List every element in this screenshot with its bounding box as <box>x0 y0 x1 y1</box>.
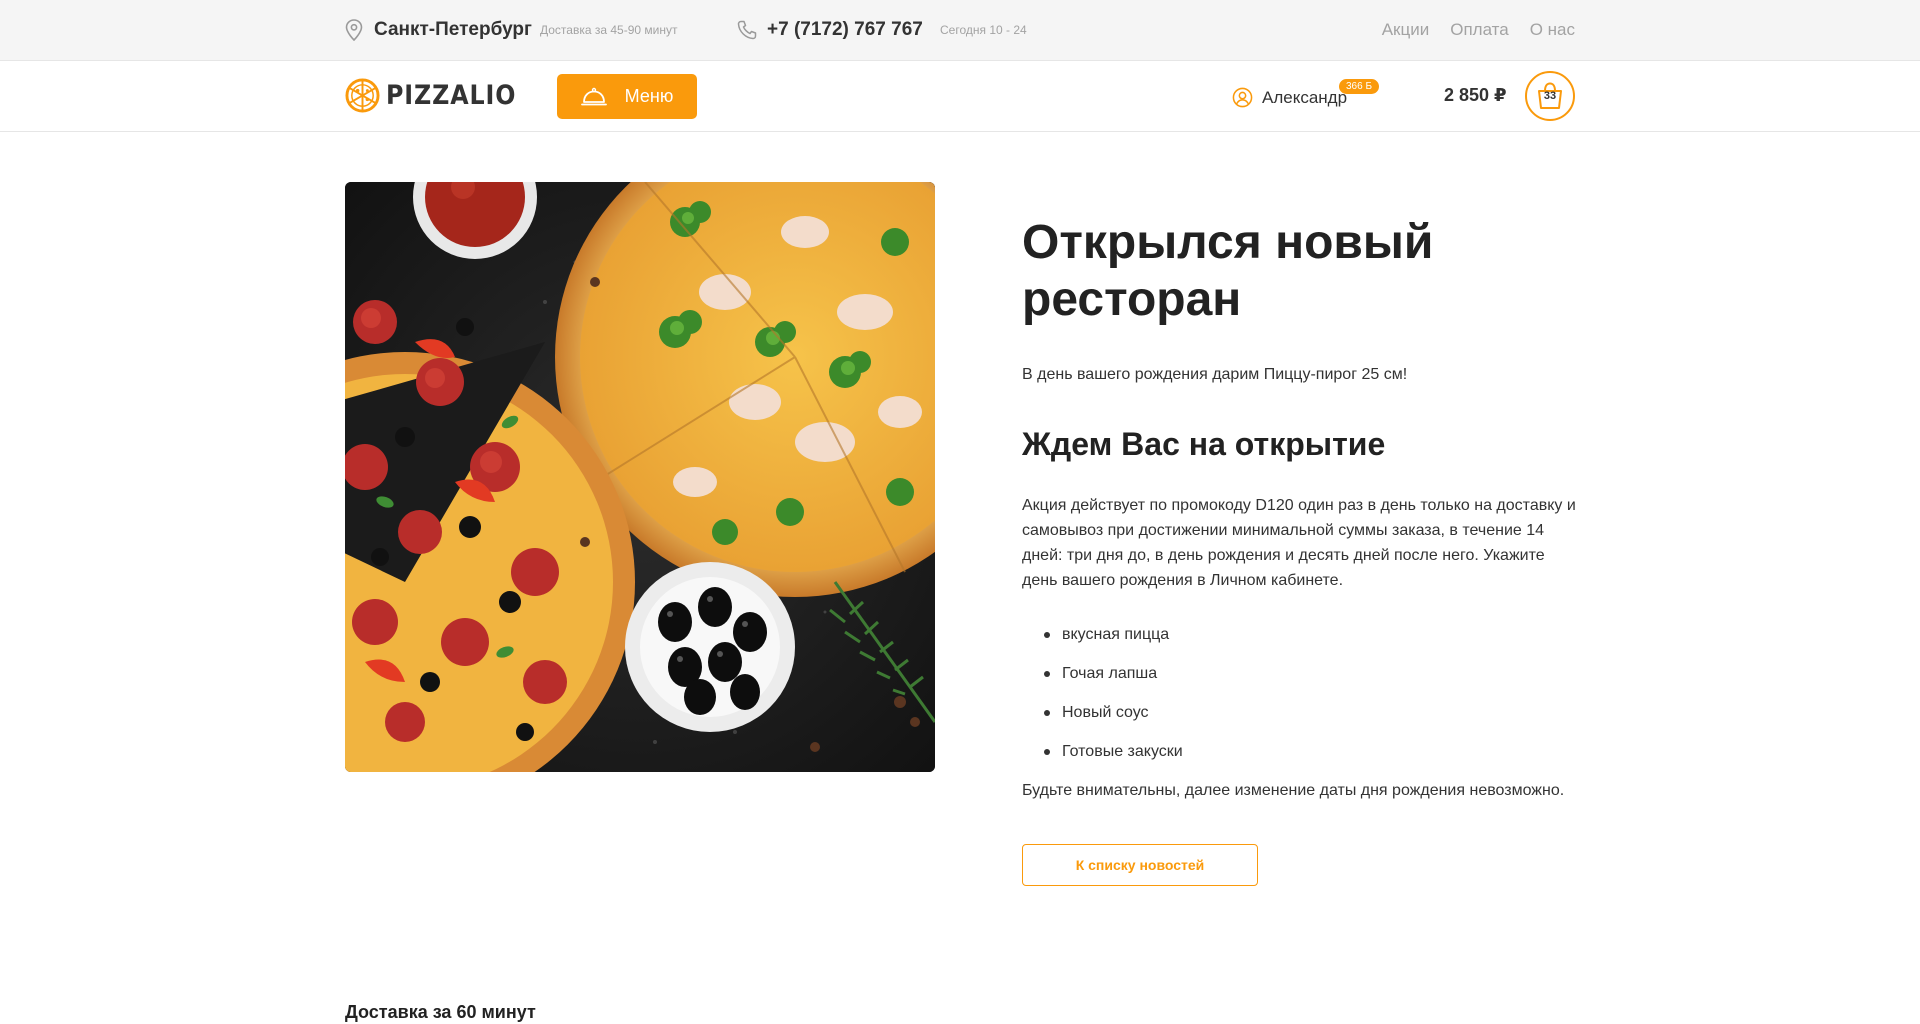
news-article: Открылся новый ресторан В день вашего ро… <box>1022 214 1577 886</box>
cart-total[interactable]: 2 850 ₽ <box>1444 85 1507 106</box>
phone-number-link[interactable]: +7 (7172) 767 767 <box>767 19 923 41</box>
bonus-badge: 366 Б <box>1339 79 1380 94</box>
nav-link-promotions[interactable]: Акции <box>1382 20 1430 40</box>
article-note: Будьте внимательны, далее изменение даты… <box>1022 782 1565 799</box>
article-title: Открылся новый ресторан <box>1022 216 1434 326</box>
delivery-time-label: Доставка за 45-90 минут <box>540 23 678 37</box>
nav-link-about[interactable]: О нас <box>1530 20 1575 40</box>
article-lead: В день вашего рождения дарим Пиццу-пирог… <box>1022 366 1408 383</box>
menu-button-label: Меню <box>624 86 674 106</box>
delivery-section-heading: Доставка за 60 минут <box>345 1002 536 1022</box>
cart-count: 33 <box>1543 90 1557 102</box>
pizza-logo-icon <box>345 78 380 113</box>
menu-button[interactable]: Меню <box>557 74 697 119</box>
working-hours-label: Сегодня 10 - 24 <box>940 23 1027 37</box>
list-item: Готовые закуски <box>1022 741 1577 763</box>
user-account[interactable]: Александр <box>1232 87 1347 108</box>
list-item: вкусная пицца <box>1022 624 1577 646</box>
main-header: PIZZALIO Меню Александр 366 Б 2 850 ₽ 33 <box>0 61 1920 132</box>
logo[interactable]: PIZZALIO <box>345 78 534 113</box>
location-pin-icon <box>345 19 363 41</box>
list-item: Гочая лапша <box>1022 663 1577 685</box>
list-item: Новый соус <box>1022 702 1577 724</box>
user-icon <box>1232 87 1253 108</box>
nav-link-payment[interactable]: Оплата <box>1450 20 1508 40</box>
city-selector[interactable]: Санкт-Петербург <box>374 19 532 41</box>
phone-icon <box>737 20 757 40</box>
cloche-icon <box>580 87 607 105</box>
feature-list: вкусная пицца Гочая лапша Новый соус Гот… <box>1022 624 1577 763</box>
article-body: Акция действует по промокоду D120 один р… <box>1022 497 1576 589</box>
top-bar: Санкт-Петербург Доставка за 45-90 минут … <box>0 0 1920 61</box>
logo-text: PIZZALIO <box>386 80 517 111</box>
user-name: Александр <box>1262 87 1348 107</box>
news-image <box>345 182 935 772</box>
article-subtitle: Ждем Вас на открытие <box>1022 426 1386 462</box>
pizza-photo <box>345 182 935 772</box>
top-nav: Акции Оплата О нас <box>1382 20 1575 40</box>
back-to-news-button[interactable]: К списку новостей <box>1022 844 1258 886</box>
cart-button[interactable]: 33 <box>1525 71 1575 121</box>
